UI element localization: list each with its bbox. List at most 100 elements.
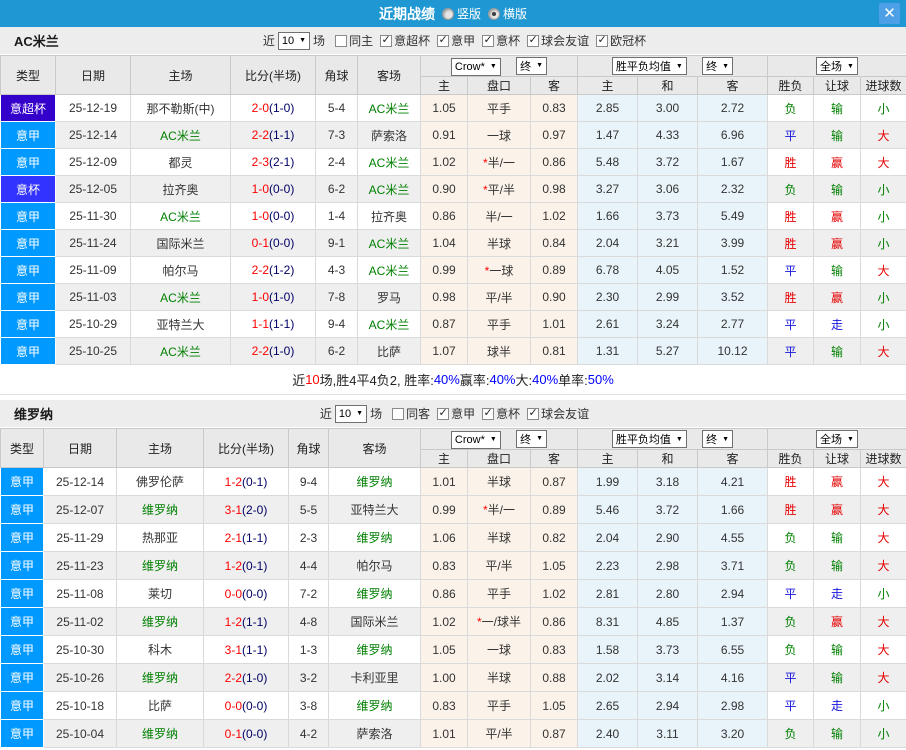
handicap: 一球 — [468, 636, 531, 664]
avg-select[interactable]: 胜平负均值▼ — [612, 430, 687, 448]
ac-milan-summary: 近10场,胜4平4负2, 胜率:40% 赢率:40% 大:40% 单率:50% — [0, 365, 906, 395]
avg-home: 2.04 — [578, 524, 638, 552]
odds-company-select[interactable]: Crow*▼ — [451, 431, 501, 449]
match-date: 25-12-14 — [56, 122, 131, 149]
league-badge: 意甲 — [1, 552, 44, 580]
league-badge: 意甲 — [1, 338, 56, 365]
col-away: 客场 — [329, 429, 421, 468]
avg-final-select[interactable]: 终▼ — [702, 57, 733, 75]
match-count-select[interactable]: 10▼ — [335, 405, 367, 423]
radio-icon — [488, 8, 500, 20]
fullmatch-select[interactable]: 全场▼ — [816, 57, 858, 75]
away-team: 国际米兰 — [329, 608, 421, 636]
league-filter-4[interactable]: ✓欧冠杯 — [596, 32, 646, 49]
result-wdl: 胜 — [768, 230, 814, 257]
match-row: 意甲25-11-08莱切0-0(0-0)7-2维罗纳0.86平手1.022.81… — [1, 580, 906, 608]
same-venue-checkbox[interactable]: 同客 — [392, 405, 430, 422]
same-venue-checkbox[interactable]: 同主 — [335, 32, 373, 49]
away-odds: 0.89 — [531, 257, 578, 284]
col-handicap: 盘口 — [468, 450, 531, 468]
odds-final-select[interactable]: 终▼ — [516, 57, 547, 75]
col-away: 客场 — [358, 56, 421, 95]
col-result-handicap: 让球 — [814, 77, 861, 95]
away-odds: 0.86 — [531, 149, 578, 176]
league-filter-0[interactable]: ✓意甲 — [437, 405, 475, 422]
chevron-down-icon: ▼ — [722, 63, 729, 70]
avg-home: 2.61 — [578, 311, 638, 338]
avg-draw: 2.98 — [638, 552, 698, 580]
result-goals: 小 — [861, 580, 906, 608]
summary-segment: 40% — [489, 372, 515, 387]
match-date: 25-11-29 — [44, 524, 117, 552]
avg-away: 2.94 — [698, 580, 768, 608]
handicap: *半/一 — [468, 149, 531, 176]
match-count-select[interactable]: 10▼ — [278, 32, 310, 50]
final-score: 1-1 — [252, 317, 269, 331]
avg-away: 3.71 — [698, 552, 768, 580]
avg-home: 1.47 — [578, 122, 638, 149]
away-odds: 0.83 — [531, 95, 578, 122]
avg-final-select[interactable]: 终▼ — [702, 430, 733, 448]
result-wdl: 负 — [768, 608, 814, 636]
score: 2-1(1-1) — [204, 524, 289, 552]
layout-option-vertical[interactable]: 竖版 — [442, 5, 481, 22]
handicap: 半球 — [468, 468, 531, 496]
col-score: 比分(半场) — [231, 56, 316, 95]
chevron-down-icon: ▼ — [536, 435, 543, 442]
final-score: 2-2 — [252, 263, 269, 277]
final-score: 2-1 — [225, 531, 242, 545]
match-date: 25-12-09 — [56, 149, 131, 176]
league-filter-3-label: 球会友谊 — [541, 32, 589, 49]
corners: 5-4 — [316, 95, 358, 122]
home-team: 那不勒斯(中) — [131, 95, 231, 122]
away-odds: 0.89 — [531, 496, 578, 524]
summary-segment: 场,胜4平4负2, 胜率: — [320, 370, 434, 389]
score: 0-0(0-0) — [204, 580, 289, 608]
league-filter-2[interactable]: ✓意杯 — [482, 32, 520, 49]
league-filter-0-label: 意甲 — [451, 405, 475, 422]
close-button[interactable]: ✕ — [879, 3, 900, 24]
col-type: 类型 — [1, 429, 44, 468]
league-filter-1[interactable]: ✓意甲 — [437, 32, 475, 49]
avg-select[interactable]: 胜平负均值▼ — [612, 57, 687, 75]
final-score: 0-1 — [225, 727, 242, 741]
league-filter-3[interactable]: ✓球会友谊 — [527, 32, 589, 49]
score: 2-0(1-0) — [231, 95, 316, 122]
away-team: 帕尔马 — [329, 552, 421, 580]
final-score: 2-2 — [225, 671, 242, 685]
away-team: AC米兰 — [358, 230, 421, 257]
half-score: (0-0) — [269, 182, 294, 196]
league-filter-1[interactable]: ✓意杯 — [482, 405, 520, 422]
fullmatch-group-header: 全场▼ — [768, 429, 906, 450]
matches-label: 场 — [370, 405, 382, 422]
col-type: 类型 — [1, 56, 56, 95]
league-badge: 意甲 — [1, 230, 56, 257]
league-badge: 意甲 — [1, 580, 44, 608]
league-filter-0[interactable]: ✓意超杯 — [380, 32, 430, 49]
away-odds: 0.84 — [531, 230, 578, 257]
checkbox-icon — [335, 35, 347, 47]
col-avg-away: 客 — [698, 450, 768, 468]
away-odds: 0.81 — [531, 338, 578, 365]
result-goals: 小 — [861, 311, 906, 338]
result-goals: 大 — [861, 338, 906, 365]
result-goals: 小 — [861, 203, 906, 230]
result-goals: 大 — [861, 664, 906, 692]
away-team: 维罗纳 — [329, 636, 421, 664]
avg-home: 2.23 — [578, 552, 638, 580]
league-filter-2-label: 球会友谊 — [541, 405, 589, 422]
fullmatch-select[interactable]: 全场▼ — [816, 430, 858, 448]
result-goals: 大 — [861, 608, 906, 636]
summary-segment: 40% — [434, 372, 460, 387]
col-corner: 角球 — [316, 56, 358, 95]
league-filter-2[interactable]: ✓球会友谊 — [527, 405, 589, 422]
layout-option-horizontal[interactable]: 横版 — [488, 5, 527, 22]
match-row: 意甲25-11-29热那亚2-1(1-1)2-3维罗纳1.06半球0.822.0… — [1, 524, 906, 552]
odds-company-select[interactable]: Crow*▼ — [451, 58, 501, 76]
odds-final-select[interactable]: 终▼ — [516, 430, 547, 448]
avg-draw: 2.99 — [638, 284, 698, 311]
final-score: 2-3 — [252, 155, 269, 169]
half-score: (2-1) — [269, 155, 294, 169]
away-team: 罗马 — [358, 284, 421, 311]
col-date: 日期 — [44, 429, 117, 468]
